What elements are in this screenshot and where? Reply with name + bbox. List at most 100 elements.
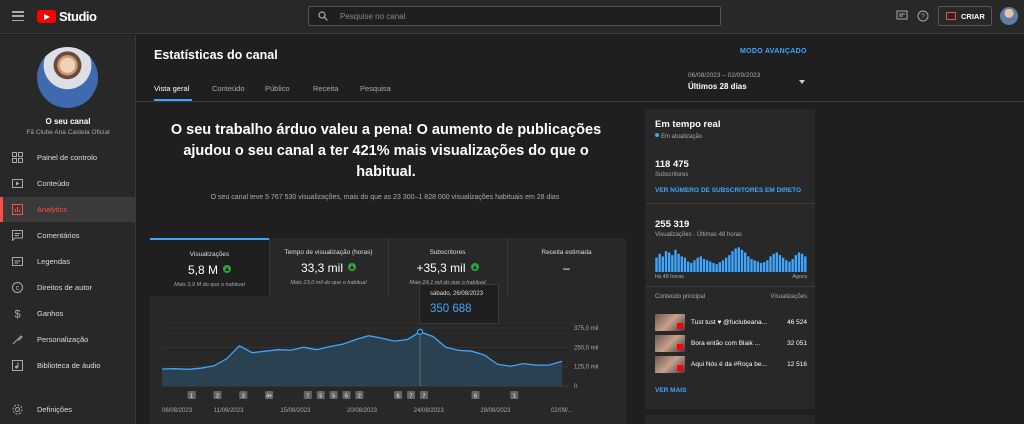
sidebar-item-analytics[interactable]: Analytics — [0, 197, 136, 222]
top-content-row[interactable]: Bora então com Blaik ... 32 051 — [655, 335, 807, 353]
upload-marker: 1 — [187, 391, 196, 400]
realtime-bar — [718, 262, 721, 272]
advanced-mode-link[interactable]: MODO AVANÇADO — [740, 48, 807, 55]
sidebar-item-label: Direitos de autor — [37, 283, 93, 292]
dashboard-icon — [12, 152, 23, 163]
metric-label: Tempo de visualização (horas) — [284, 249, 373, 256]
sidebar-item-comments[interactable]: Comentários — [0, 223, 136, 248]
video-thumbnail — [655, 356, 685, 373]
video-thumbnail — [655, 335, 685, 352]
studio-logo[interactable]: Studio — [37, 9, 97, 24]
content-icon — [12, 179, 23, 188]
analytics-icon — [12, 204, 23, 215]
live-subscribers-link[interactable]: VER NÚMERO DE SUBSCRITORES EM DIRETO — [655, 187, 801, 194]
tooltip-date: sábado, 26/08/2023 — [430, 291, 484, 297]
views-chart[interactable]: 375,0 mil 250,0 mil 125,0 mil 0 1 2 3 4+ 7 5 5 6 2 6 7… — [150, 296, 626, 424]
create-label: CRIAR — [961, 11, 985, 21]
subscribers-label: Subscritores — [655, 172, 689, 178]
sidebar-item-earn[interactable]: $ Ganhos — [0, 301, 136, 326]
upload-marker: 3 — [239, 391, 248, 400]
x-tick-label: 20/08/2023 — [347, 408, 378, 414]
svg-text:?: ? — [921, 14, 925, 21]
realtime-bar — [785, 260, 788, 272]
sidebar-item-content[interactable]: Conteúdo — [0, 171, 136, 196]
realtime-bar — [709, 261, 712, 272]
sidebar-item-label: Painel de controlo — [37, 153, 98, 162]
marker-label: 7 — [410, 394, 413, 400]
metric-value: +35,3 mil — [388, 261, 507, 275]
see-more-link[interactable]: VER MAIS — [655, 387, 686, 394]
account-avatar[interactable] — [1000, 7, 1018, 25]
y-tick-label: 125,0 mil — [574, 365, 598, 371]
realtime-bar — [778, 255, 782, 272]
realtime-bar — [693, 260, 696, 272]
realtime-bar — [781, 257, 785, 272]
create-button[interactable]: CRIAR — [938, 6, 992, 26]
tab-research[interactable]: Pesquisa — [360, 84, 391, 93]
tab-audience[interactable]: Público — [265, 84, 290, 93]
svg-text:c: c — [16, 285, 20, 292]
realtime-bar — [699, 256, 702, 272]
audio-library-icon — [12, 360, 23, 371]
arrow-up-icon — [348, 263, 357, 271]
arrow-up-icon — [470, 263, 479, 271]
tab-content[interactable]: Conteúdo — [212, 84, 245, 93]
sidebar-item-label: Conteúdo — [37, 179, 70, 188]
marker-label: 5 — [319, 394, 322, 400]
top-content-row[interactable]: Tust tust ♥ @fuclubeana... 46 524 — [655, 314, 807, 332]
top-content-row[interactable]: Aqui Nós é da #Roça be... 12 516 — [655, 356, 807, 374]
axis-start-label: há 48 horas — [655, 274, 685, 280]
marker-label: 3 — [242, 394, 245, 400]
upload-marker: 6 — [394, 391, 403, 400]
realtime-bar — [705, 260, 709, 272]
search-input[interactable]: Pesquise no canal — [308, 6, 721, 26]
sidebar-item-label: Biblioteca de áudio — [37, 361, 101, 370]
sidebar: O seu canal Fã Clube Ana Castela Oficial… — [0, 35, 136, 424]
date-range[interactable]: 06/08/2023 – 02/09/2023 — [688, 72, 760, 79]
metric-revenue[interactable]: Receita estimada – — [507, 238, 626, 296]
sidebar-item-audio-library[interactable]: Biblioteca de áudio — [0, 353, 136, 378]
help-icon[interactable]: ? — [917, 10, 929, 22]
date-period-label[interactable]: Últimos 28 dias — [688, 82, 747, 91]
chart-tooltip: sábado, 26/08/2023 350 688 — [419, 284, 499, 324]
marker-label: 2 — [358, 394, 361, 400]
sidebar-item-customization[interactable]: Personalização — [0, 327, 136, 352]
realtime-bar-chart[interactable] — [655, 246, 807, 272]
metric-value: 33,3 mil — [269, 261, 388, 275]
x-tick-label: 02/09/... — [551, 408, 573, 414]
content-column-header: Conteúdo principal — [655, 294, 706, 300]
x-tick-label: 15/08/2023 — [280, 408, 311, 414]
sidebar-item-subtitles[interactable]: Legendas — [0, 249, 136, 274]
sidebar-item-settings[interactable]: Definições — [0, 397, 136, 422]
tab-revenue[interactable]: Receita — [313, 84, 338, 93]
search-placeholder: Pesquise no canal — [340, 12, 406, 21]
chevron-down-icon[interactable] — [799, 80, 805, 84]
realtime-bar — [680, 256, 683, 272]
sidebar-item-dashboard[interactable]: Painel de controlo — [0, 145, 136, 170]
video-thumbnail — [655, 314, 685, 331]
feedback-icon[interactable] — [896, 10, 908, 22]
y-tick-label: 250,0 mil — [574, 345, 598, 351]
realtime-bar — [683, 257, 687, 272]
video-title: Aqui Nós é da #Roça be... — [691, 361, 767, 368]
tab-overview[interactable]: Vista geral — [154, 84, 189, 93]
realtime-bar — [804, 256, 807, 272]
realtime-bar — [664, 251, 668, 272]
metric-views[interactable]: Visualizações 5,8 M Mais 3,9 M do que o … — [150, 238, 269, 296]
upload-marker: 7 — [407, 391, 416, 400]
channel-avatar[interactable] — [37, 47, 98, 108]
realtime-bar — [762, 262, 766, 272]
metrics-card: Visualizações 5,8 M Mais 3,9 M do que o … — [150, 238, 626, 424]
marker-label: 5 — [332, 394, 335, 400]
sidebar-item-label: Ganhos — [37, 309, 64, 318]
area-fill — [162, 331, 562, 386]
subtitles-icon — [12, 257, 23, 266]
sidebar-item-copyright[interactable]: c Direitos de autor — [0, 275, 136, 300]
realtime-status: Em atualização — [655, 133, 702, 140]
menu-icon[interactable] — [12, 11, 24, 22]
realtime-bar — [794, 255, 797, 272]
realtime-bar — [674, 249, 677, 272]
realtime-bar — [788, 261, 791, 272]
video-title: Bora então com Blaik ... — [691, 340, 761, 347]
metric-watch-time[interactable]: Tempo de visualização (horas) 33,3 mil M… — [269, 238, 388, 296]
